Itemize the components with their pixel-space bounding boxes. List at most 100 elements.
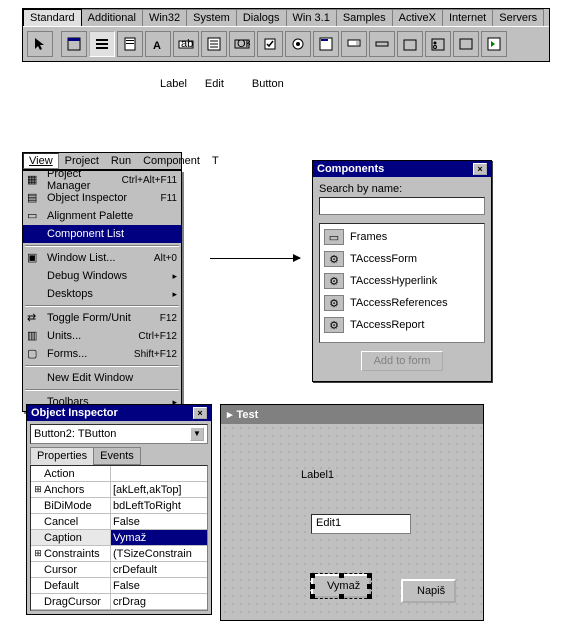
resize-handle[interactable] xyxy=(367,584,372,589)
list-item[interactable]: ⚙TAccessHyperlink xyxy=(322,270,482,292)
resize-handle[interactable] xyxy=(310,584,315,589)
menu-component[interactable]: Component xyxy=(137,153,206,169)
add-to-form-button[interactable]: Add to form xyxy=(361,351,444,371)
resize-handle[interactable] xyxy=(339,594,344,599)
menu-item-project-manager[interactable]: ▦Project ManagerCtrl+Alt+F11 xyxy=(23,171,181,189)
property-grid: Action ⊞Anchors[akLeft,akTop] BiDiModebd… xyxy=(30,465,208,611)
menu-truncated[interactable]: T xyxy=(206,153,225,169)
svg-text:OK: OK xyxy=(237,38,250,50)
arrow-icon xyxy=(210,258,300,259)
design-edit1[interactable]: Edit1 xyxy=(311,514,411,534)
radiobutton-icon[interactable] xyxy=(285,31,311,57)
tab-standard[interactable]: Standard xyxy=(23,9,82,26)
label-icon[interactable]: A xyxy=(145,31,171,57)
menu-item-units[interactable]: ▥Units...Ctrl+F12 xyxy=(23,327,181,345)
tab-system[interactable]: System xyxy=(186,9,237,26)
resize-handle[interactable] xyxy=(339,573,344,578)
menu-item-window-list[interactable]: ▣Window List...Alt+0 xyxy=(23,249,181,267)
chevron-down-icon[interactable]: ▼ xyxy=(190,427,204,441)
list-item[interactable]: ⚙TAccessReport xyxy=(322,314,482,336)
resize-handle[interactable] xyxy=(367,573,372,578)
form-canvas[interactable]: Label1 Edit1 Vymaž Napiš xyxy=(221,424,483,619)
prop-row-cancel[interactable]: CancelFalse xyxy=(31,514,207,530)
close-icon[interactable]: × xyxy=(193,407,207,419)
menu-run[interactable]: Run xyxy=(105,153,137,169)
tab-internet[interactable]: Internet xyxy=(442,9,493,26)
resize-handle[interactable] xyxy=(310,594,315,599)
frames-icon[interactable] xyxy=(61,31,87,57)
dialog-titlebar[interactable]: Components × xyxy=(313,161,491,177)
button-icon[interactable]: OK xyxy=(229,31,255,57)
window-icon: ▣ xyxy=(27,251,43,265)
list-item[interactable]: ▭Frames xyxy=(322,226,482,248)
tab-win32[interactable]: Win32 xyxy=(142,9,187,26)
menu-item-object-inspector[interactable]: ▤Object InspectorF11 xyxy=(23,189,181,207)
tab-additional[interactable]: Additional xyxy=(81,9,143,26)
prop-row-action[interactable]: Action xyxy=(31,466,207,482)
edit-annotation: Edit xyxy=(205,78,224,90)
inspector-titlebar[interactable]: Object Inspector × xyxy=(27,405,211,421)
list-item[interactable]: ⚙TAccessReferences xyxy=(322,292,482,314)
menu-item-component-list[interactable]: Component List xyxy=(23,225,181,243)
tab-dialogs[interactable]: Dialogs xyxy=(236,9,287,26)
menu-item-alignment-palette[interactable]: ▭Alignment Palette xyxy=(23,207,181,225)
menu-item-new-edit-window[interactable]: New Edit Window xyxy=(23,369,181,387)
tab-activex[interactable]: ActiveX xyxy=(392,9,443,26)
prop-row-caption[interactable]: CaptionVymaž xyxy=(31,530,207,546)
arrow-icon[interactable] xyxy=(27,31,53,57)
prop-row-anchors[interactable]: ⊞Anchors[akLeft,akTop] xyxy=(31,482,207,498)
design-label1[interactable]: Label1 xyxy=(301,469,334,481)
design-button2[interactable]: Vymaž xyxy=(311,574,371,598)
design-button3[interactable]: Napiš xyxy=(401,579,456,603)
memo-icon[interactable] xyxy=(201,31,227,57)
prop-row-constraints[interactable]: ⊞Constraints(TSizeConstrain xyxy=(31,546,207,562)
units-icon: ▥ xyxy=(27,329,43,343)
actionlist-icon[interactable] xyxy=(481,31,507,57)
prop-row-bidimode[interactable]: BiDiModebdLeftToRight xyxy=(31,498,207,514)
component-list[interactable]: ▭Frames ⚙TAccessForm ⚙TAccessHyperlink ⚙… xyxy=(319,223,485,343)
align-icon: ▭ xyxy=(27,209,43,223)
project-icon: ▦ xyxy=(27,173,43,187)
listbox-icon[interactable] xyxy=(313,31,339,57)
scrollbar-icon[interactable] xyxy=(369,31,395,57)
prop-row-cursor[interactable]: CursorcrDefault xyxy=(31,562,207,578)
svg-text:A: A xyxy=(153,40,161,52)
resize-handle[interactable] xyxy=(310,573,315,578)
radiogroup-icon[interactable] xyxy=(425,31,451,57)
menu-item-forms[interactable]: ▢Forms...Shift+F12 xyxy=(23,345,181,363)
prop-row-default[interactable]: DefaultFalse xyxy=(31,578,207,594)
combobox-icon[interactable] xyxy=(341,31,367,57)
list-item[interactable]: ⚙TAccessForm xyxy=(322,248,482,270)
menu-item-toggle-form-unit[interactable]: ⇄Toggle Form/UnitF12 xyxy=(23,309,181,327)
components-dialog: Components × Search by name: ▭Frames ⚙TA… xyxy=(312,160,492,382)
mainmenu-icon[interactable] xyxy=(89,31,115,57)
menu-item-debug-windows[interactable]: Debug Windows xyxy=(23,267,181,285)
tab-servers[interactable]: Servers xyxy=(492,9,544,26)
inspector-tabs: Properties Events xyxy=(30,447,208,465)
expand-icon[interactable]: ⊞ xyxy=(33,484,43,495)
checkbox-icon[interactable] xyxy=(257,31,283,57)
panel-icon[interactable] xyxy=(453,31,479,57)
tab-win31[interactable]: Win 3.1 xyxy=(286,9,337,26)
resize-handle[interactable] xyxy=(367,594,372,599)
tab-samples[interactable]: Samples xyxy=(336,9,393,26)
expand-icon[interactable]: ⊞ xyxy=(33,548,43,559)
menu-view[interactable]: View xyxy=(23,153,59,169)
tab-events[interactable]: Events xyxy=(93,447,141,465)
groupbox-icon[interactable] xyxy=(397,31,423,57)
edit-icon[interactable]: ab| xyxy=(173,31,199,57)
search-input[interactable] xyxy=(319,197,485,215)
form-titlebar[interactable]: ▸ Test xyxy=(221,405,483,424)
component-icon: ⚙ xyxy=(324,251,344,267)
tab-properties[interactable]: Properties xyxy=(30,447,94,465)
palette-annotation: Label Edit Button xyxy=(160,78,284,90)
menu-item-desktops[interactable]: Desktops xyxy=(23,285,181,303)
form-icon: ▸ xyxy=(227,408,233,421)
popupmenu-icon[interactable] xyxy=(117,31,143,57)
prop-row-dragcursor[interactable]: DragCursorcrDrag xyxy=(31,594,207,610)
component-selector[interactable]: Button2: TButton ▼ xyxy=(30,424,208,444)
inspector-icon: ▤ xyxy=(27,191,43,205)
dialog-title: Components xyxy=(317,163,384,175)
menu-project[interactable]: Project xyxy=(59,153,105,169)
close-icon[interactable]: × xyxy=(473,163,487,175)
